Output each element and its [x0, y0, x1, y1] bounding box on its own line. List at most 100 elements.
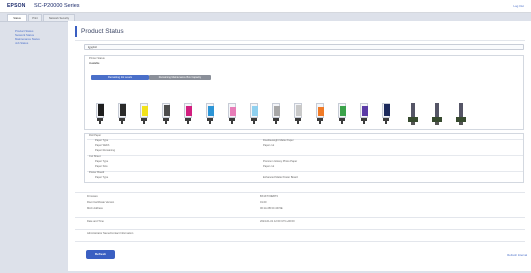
ink-level-fill: [120, 104, 126, 116]
ink-cartridge: [140, 103, 148, 124]
firmware-label: Firmware: [87, 195, 98, 198]
ink-tank: [228, 103, 236, 118]
refresh-button[interactable]: Refresh: [86, 250, 115, 259]
ink-cartridge: [250, 103, 258, 124]
ink-cartridge: [96, 103, 104, 124]
ink-cartridge: [206, 103, 214, 124]
sidebar-item-job-status[interactable]: Job Status: [15, 41, 28, 45]
cartridge-nozzle: [385, 121, 387, 124]
tab-remaining-ink[interactable]: Remaining Ink Levels: [91, 75, 149, 80]
ink-cartridge: [338, 103, 346, 124]
cartridge-nozzle: [143, 121, 145, 124]
cartridge-nozzle: [121, 121, 123, 124]
poster-board-title: Poster Board: [89, 171, 105, 174]
printer-status-value: Available: [89, 62, 100, 65]
ink-tank: [140, 103, 148, 118]
mac-address-label: MAC Address: [87, 207, 103, 210]
maintenance-box-base: [435, 122, 439, 125]
tab-maintenance-box[interactable]: Remaining Maintenance Box Capacity: [149, 75, 211, 80]
cartridge-nozzle: [297, 121, 299, 124]
maintenance-box-icon: [408, 103, 418, 125]
tab-status[interactable]: Status: [7, 14, 27, 21]
ink-tank: [118, 103, 126, 118]
cartridge-nozzle: [341, 121, 343, 124]
ink-cartridge: [272, 103, 280, 124]
root-cert-label: Root Certificate Version: [87, 201, 115, 204]
brand-logo: EPSON: [7, 3, 26, 9]
divider: [75, 192, 525, 193]
roll-paper-title: Roll Paper: [89, 134, 102, 137]
roll-paper-type-label: Paper Type: [95, 139, 109, 142]
ink-level-fill: [340, 106, 346, 116]
poster-paper-type-value: Enhanced Matte Poster Board: [263, 176, 298, 179]
divider: [87, 155, 523, 156]
roll-paper-type-value: Doubleweight Matte Paper: [263, 139, 294, 142]
ink-level-fill: [362, 106, 368, 116]
maintenance-box-icon: [456, 103, 466, 125]
date-time-label: Date and Time: [87, 220, 104, 223]
ink-cartridge: [184, 103, 192, 124]
maintenance-box-tube: [435, 103, 439, 117]
ink-tank: [162, 103, 170, 118]
roll-paper-remaining-label: Paper Remaining: [95, 149, 116, 152]
cut-paper-size-value: Paper cut: [263, 165, 275, 168]
ink-tank: [316, 103, 324, 118]
paper-panel: Roll Paper Paper Type Doubleweight Matte…: [84, 133, 524, 183]
tab-network-security[interactable]: Network Security: [43, 14, 75, 21]
ink-level-fill: [164, 105, 170, 116]
ink-cartridge: [316, 103, 324, 124]
title-divider: [75, 40, 525, 41]
page-title: Product Status: [81, 28, 124, 35]
ink-tank: [382, 103, 390, 118]
maintenance-box-tube: [411, 103, 415, 117]
maintenance-box-tube: [459, 103, 463, 117]
ink-level-fill: [384, 104, 390, 116]
ink-cartridge: [294, 103, 302, 124]
ink-level-fill: [252, 106, 258, 116]
printer-status-label: Printer Status: [89, 57, 105, 60]
ink-tank: [250, 103, 258, 118]
root-cert-value: 01.00: [260, 201, 267, 204]
divider: [75, 217, 525, 218]
ink-tank: [96, 103, 104, 118]
ink-level-fill: [296, 105, 302, 116]
ink-cartridge: [382, 103, 390, 124]
maintenance-box-icon: [432, 103, 442, 125]
cartridge-nozzle: [187, 121, 189, 124]
mac-address-value: 00:1A:2B:3C:4D:5E: [260, 207, 283, 210]
roll-paper-width-value: Paper cut: [263, 144, 275, 147]
ink-tank: [184, 103, 192, 118]
ink-level-fill: [142, 106, 148, 116]
cartridge-nozzle: [99, 121, 101, 124]
cut-paper-type-label: Paper Type: [95, 160, 109, 163]
cut-paper-size-label: Paper Size: [95, 165, 108, 168]
ink-tank: [338, 103, 346, 118]
tab-print[interactable]: Print: [28, 14, 42, 21]
maintenance-box-base: [411, 122, 415, 125]
sidebar: Product Status Network Status Maintenanc…: [0, 22, 68, 273]
divider: [75, 229, 525, 230]
divider: [87, 139, 523, 140]
cartridge-nozzle: [363, 121, 365, 124]
ink-level-fill: [208, 106, 214, 116]
title-accent: [75, 26, 77, 37]
admin-contact-label: Administrator Name/Contact Information: [87, 232, 134, 235]
cartridge-nozzle: [231, 121, 233, 124]
ink-level-fill: [318, 107, 324, 116]
cartridge-nozzle: [275, 121, 277, 124]
ink-level-fill: [186, 106, 192, 116]
maintenance-box-base: [459, 122, 463, 125]
logout-link[interactable]: Log Out: [513, 3, 524, 9]
cartridge-nozzle: [253, 121, 255, 124]
ink-level-fill: [98, 104, 104, 116]
refresh-interval-link[interactable]: Refresh Interval: [507, 253, 527, 257]
language-select[interactable]: English ⌄: [84, 44, 524, 50]
ink-tank: [272, 103, 280, 118]
chevron-down-icon: ⌄: [88, 45, 92, 50]
date-time-value: 2024-01-01 12:00 UTC+00:00: [260, 220, 295, 223]
cut-sheet-title: Cut Sheet: [89, 155, 101, 158]
cartridge-nozzle: [319, 121, 321, 124]
ink-cartridge: [118, 103, 126, 124]
firmware-value: BX1KTX0EBT3: [260, 195, 278, 198]
main-panel: Product Status English ⌄ Printer Status …: [68, 21, 531, 271]
